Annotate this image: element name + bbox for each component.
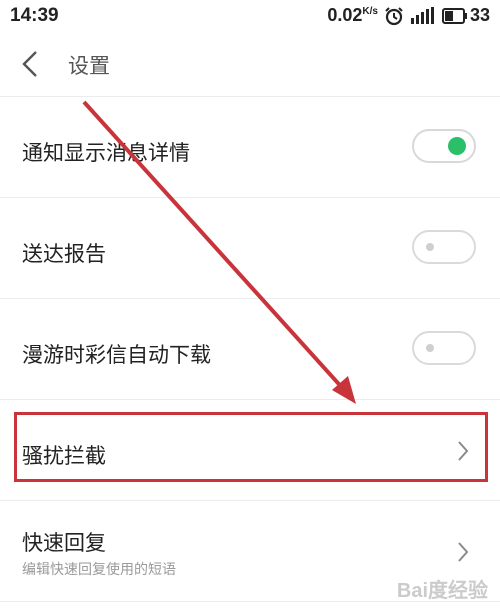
page-title: 设置	[68, 54, 110, 78]
setting-label: 送达报告	[22, 242, 106, 266]
toggle-knob	[426, 344, 434, 352]
setting-label: 骚扰拦截	[22, 444, 106, 468]
toggle-switch-on[interactable]	[412, 129, 476, 163]
network-speed-unit: K/s	[362, 6, 378, 17]
battery-level: 33	[469, 5, 490, 25]
toggle-knob	[448, 137, 466, 155]
status-icons: 0.02K/s 33	[327, 5, 490, 26]
header: 设置	[0, 32, 500, 97]
back-arrow-icon[interactable]	[18, 49, 42, 79]
status-bar: 14:39 0.02K/s 33	[0, 0, 500, 32]
setting-sublabel: 编辑快速回复使用的短语	[22, 562, 176, 578]
toggle-switch-off[interactable]	[412, 331, 476, 365]
alarm-icon	[385, 6, 403, 25]
setting-label: 快速回复	[22, 531, 106, 555]
network-speed: 0.02K/s	[327, 5, 378, 26]
chevron-right-icon	[458, 441, 469, 461]
toggle-knob	[426, 243, 434, 251]
status-time: 14:39	[10, 5, 59, 26]
setting-row-harassment-block[interactable]: 骚扰拦截	[0, 400, 500, 501]
setting-row-notification-details[interactable]: 通知显示消息详情	[0, 97, 500, 198]
network-speed-value: 0.02	[327, 5, 363, 25]
battery: 33	[441, 5, 490, 26]
watermark: Bai度经验	[396, 580, 488, 602]
toggle-switch-off[interactable]	[412, 230, 476, 264]
signal-4g-icon	[410, 6, 434, 24]
setting-row-delivery-report[interactable]: 送达报告	[0, 198, 500, 299]
chevron-right-icon	[458, 542, 469, 562]
setting-label: 漫游时彩信自动下载	[22, 343, 211, 367]
setting-row-roaming-mms[interactable]: 漫游时彩信自动下载	[0, 299, 500, 400]
battery-icon	[441, 7, 467, 24]
setting-label: 通知显示消息详情	[22, 141, 190, 165]
